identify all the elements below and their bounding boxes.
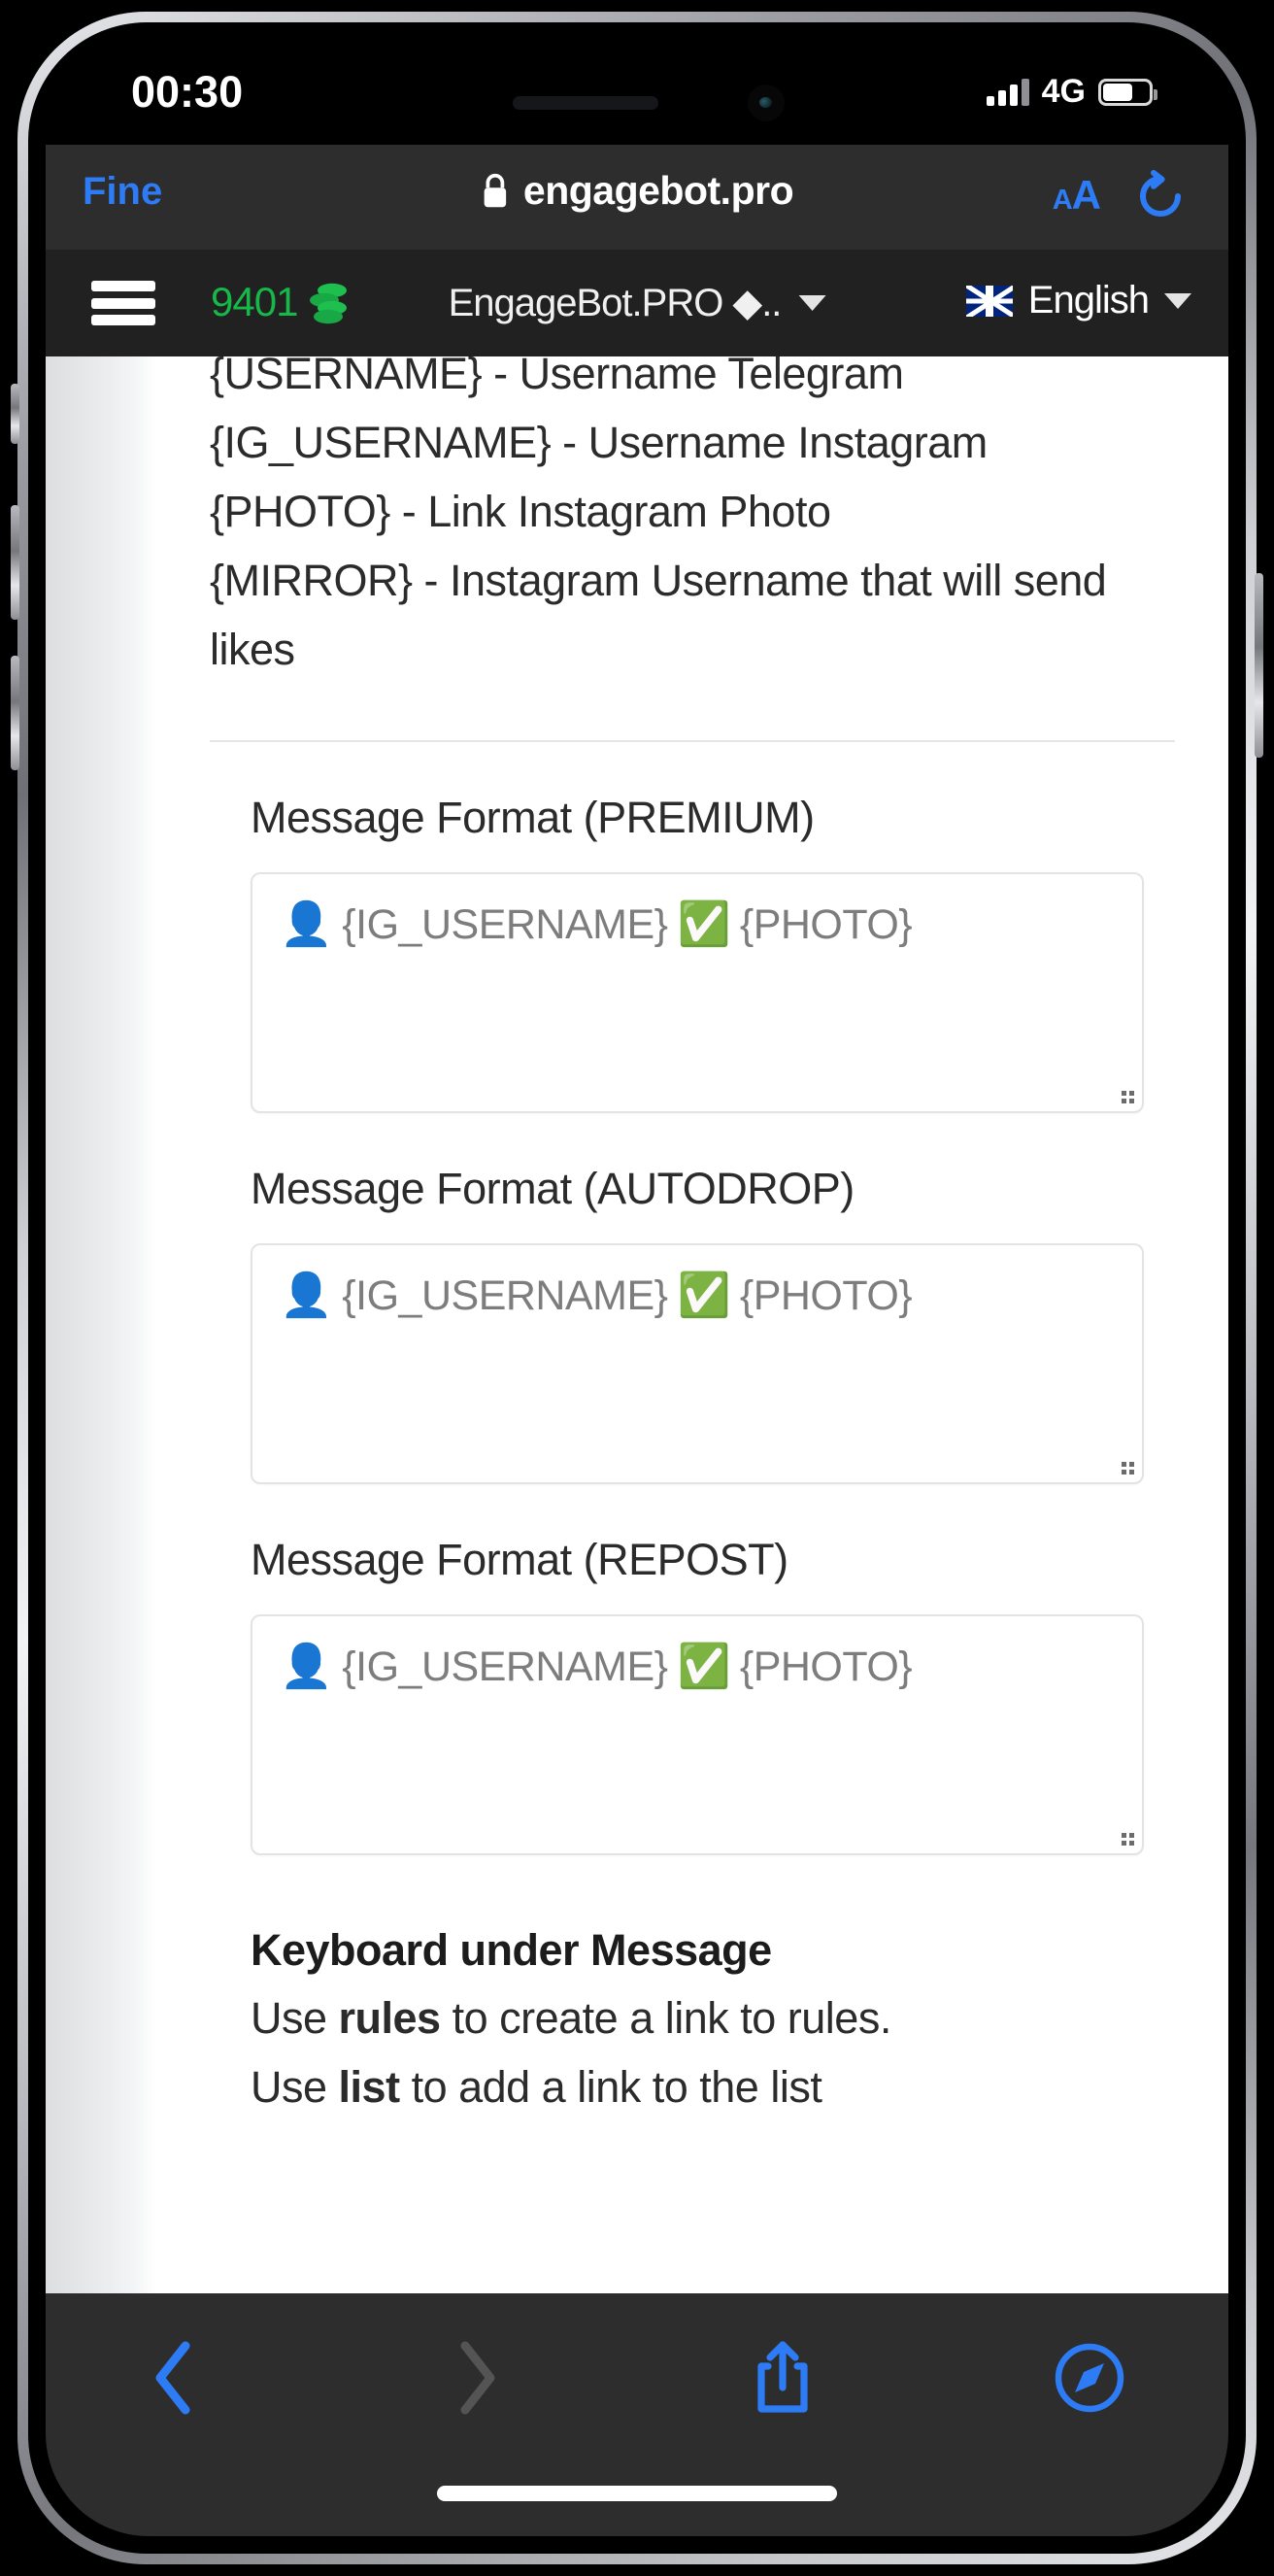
resize-grip-icon[interactable] — [1113, 1082, 1134, 1103]
power-button[interactable] — [1255, 573, 1263, 758]
share-button[interactable] — [739, 2334, 826, 2422]
kb-line2-keyword: list — [338, 2062, 401, 2112]
balance-value: 9401 — [211, 279, 298, 324]
status-time: 00:30 — [131, 67, 244, 117]
message-format-autodrop-textarea[interactable]: 👤 {IG_USERNAME} ✅ {PHOTO} — [251, 1243, 1144, 1484]
back-to-app-button[interactable]: Fine — [83, 170, 162, 214]
textarea-token-photo: {PHOTO} — [739, 901, 913, 948]
phone-screen: 00:30 4G Fine engagebot.pro AA 9401 Enga… — [46, 40, 1228, 2536]
uk-flag-icon — [965, 285, 1013, 317]
field-label: Message Format (PREMIUM) — [251, 793, 815, 842]
message-format-premium-textarea[interactable]: 👤 {IG_USERNAME} ✅ {PHOTO} — [251, 872, 1144, 1113]
check-mark-emoji-icon: ✅ — [677, 1271, 731, 1319]
kb-line1-prefix: Use — [251, 1993, 339, 2043]
browser-forward-button — [434, 2334, 521, 2422]
textarea-value: 👤 {IG_USERNAME} ✅ {PHOTO} — [280, 1271, 1115, 1321]
textarea-token-photo: {PHOTO} — [739, 1644, 913, 1690]
safari-bottom-toolbar — [46, 2293, 1228, 2536]
reload-button[interactable] — [1135, 170, 1186, 229]
variable-line: {PHOTO} - Link Instagram Photo — [210, 487, 831, 536]
person-emoji-icon: 👤 — [280, 900, 333, 948]
silent-switch[interactable] — [11, 384, 19, 444]
language-selector-dropdown[interactable]: English — [965, 279, 1191, 322]
keyboard-list-line: Use list to add a link to the list — [251, 2052, 1175, 2121]
language-label: English — [1027, 279, 1150, 322]
keyboard-rules-line: Use rules to create a link to rules. — [251, 1983, 1175, 2052]
status-indicators: 4G — [986, 73, 1157, 111]
message-format-repost-textarea[interactable]: 👤 {IG_USERNAME} ✅ {PHOTO} — [251, 1614, 1144, 1855]
keyboard-section-heading: Keyboard under Message — [251, 1925, 772, 1975]
browser-tabs-button[interactable] — [1046, 2334, 1133, 2422]
coins-icon — [310, 283, 348, 324]
signal-bars-icon — [986, 78, 1029, 106]
chevron-right-icon — [460, 2341, 495, 2415]
variable-line: {MIRROR} - Instagram Username that will … — [210, 556, 1107, 674]
battery-fill — [1103, 83, 1132, 101]
section-divider — [210, 740, 1175, 742]
kb-line1-suffix: to create a link to rules. — [440, 1993, 892, 2043]
volume-up-button[interactable] — [11, 505, 19, 620]
field-label: Message Format (AUTODROP) — [251, 1164, 855, 1213]
variables-list: {USERNAME} - Username Telegram {IG_USERN… — [210, 356, 1175, 684]
bot-name-label: EngageBot.PRO ◆.. — [448, 282, 783, 324]
resize-grip-icon[interactable] — [1113, 1453, 1134, 1474]
chevron-down-icon — [798, 295, 826, 311]
speaker-grille-icon — [513, 96, 658, 110]
text-size-large-a: A — [1071, 172, 1101, 218]
network-type-label: 4G — [1041, 73, 1086, 110]
safari-top-toolbar: Fine engagebot.pro AA — [46, 145, 1228, 250]
check-mark-emoji-icon: ✅ — [677, 900, 731, 948]
browser-back-button[interactable] — [129, 2334, 217, 2422]
dynamic-island-notch — [447, 65, 827, 141]
textarea-value: 👤 {IG_USERNAME} ✅ {PHOTO} — [280, 899, 1115, 950]
message-format-repost-field: Message Format (REPOST) 👤 {IG_USERNAME} … — [210, 1535, 1175, 1855]
balance-indicator[interactable]: 9401 — [211, 279, 350, 325]
text-size-button[interactable]: AA — [1052, 172, 1101, 219]
field-label: Message Format (REPOST) — [251, 1535, 788, 1584]
front-camera-icon — [748, 85, 785, 121]
chevron-left-icon — [155, 2341, 190, 2415]
variable-line: {IG_USERNAME} - Username Instagram — [210, 418, 988, 467]
app-header-bar: 9401 EngageBot.PRO ◆.. English — [46, 250, 1228, 356]
hamburger-menu-icon[interactable] — [91, 281, 155, 325]
textarea-token-ig-username: {IG_USERNAME} — [342, 1272, 668, 1319]
share-icon — [757, 2341, 808, 2413]
compass-icon — [1055, 2343, 1124, 2413]
kb-line2-suffix: to add a link to the list — [399, 2062, 822, 2112]
textarea-token-ig-username: {IG_USERNAME} — [342, 1644, 668, 1690]
keyboard-under-message-section: Keyboard under Message Use rules to crea… — [210, 1925, 1175, 2121]
person-emoji-icon: 👤 — [280, 1271, 333, 1319]
battery-icon — [1098, 78, 1157, 106]
bot-selector-dropdown[interactable]: EngageBot.PRO ◆.. — [449, 281, 826, 325]
address-bar[interactable]: engagebot.pro — [481, 168, 794, 214]
reload-icon — [1140, 170, 1181, 217]
page-content-column: {USERNAME} - Username Telegram {IG_USERN… — [156, 356, 1228, 2293]
webview-content: {USERNAME} - Username Telegram {IG_USERN… — [46, 356, 1228, 2293]
home-indicator[interactable] — [437, 2486, 837, 2501]
textarea-token-photo: {PHOTO} — [739, 1272, 913, 1319]
resize-grip-icon[interactable] — [1113, 1824, 1134, 1846]
kb-line1-keyword: rules — [338, 1993, 442, 2043]
message-format-autodrop-field: Message Format (AUTODROP) 👤 {IG_USERNAME… — [210, 1164, 1175, 1484]
url-text: engagebot.pro — [522, 168, 794, 213]
variable-line: {USERNAME} - Username Telegram — [210, 356, 904, 398]
kb-line2-prefix: Use — [251, 2062, 339, 2112]
page-left-gutter — [46, 356, 156, 2293]
textarea-token-ig-username: {IG_USERNAME} — [342, 901, 668, 948]
textarea-value: 👤 {IG_USERNAME} ✅ {PHOTO} — [280, 1642, 1115, 1692]
person-emoji-icon: 👤 — [280, 1643, 333, 1690]
volume-down-button[interactable] — [11, 656, 19, 770]
text-size-small-a: A — [1052, 185, 1073, 216]
message-format-premium-field: Message Format (PREMIUM) 👤 {IG_USERNAME}… — [210, 793, 1175, 1113]
check-mark-emoji-icon: ✅ — [677, 1643, 731, 1690]
lock-icon — [484, 173, 507, 207]
chevron-down-icon — [1164, 292, 1191, 309]
